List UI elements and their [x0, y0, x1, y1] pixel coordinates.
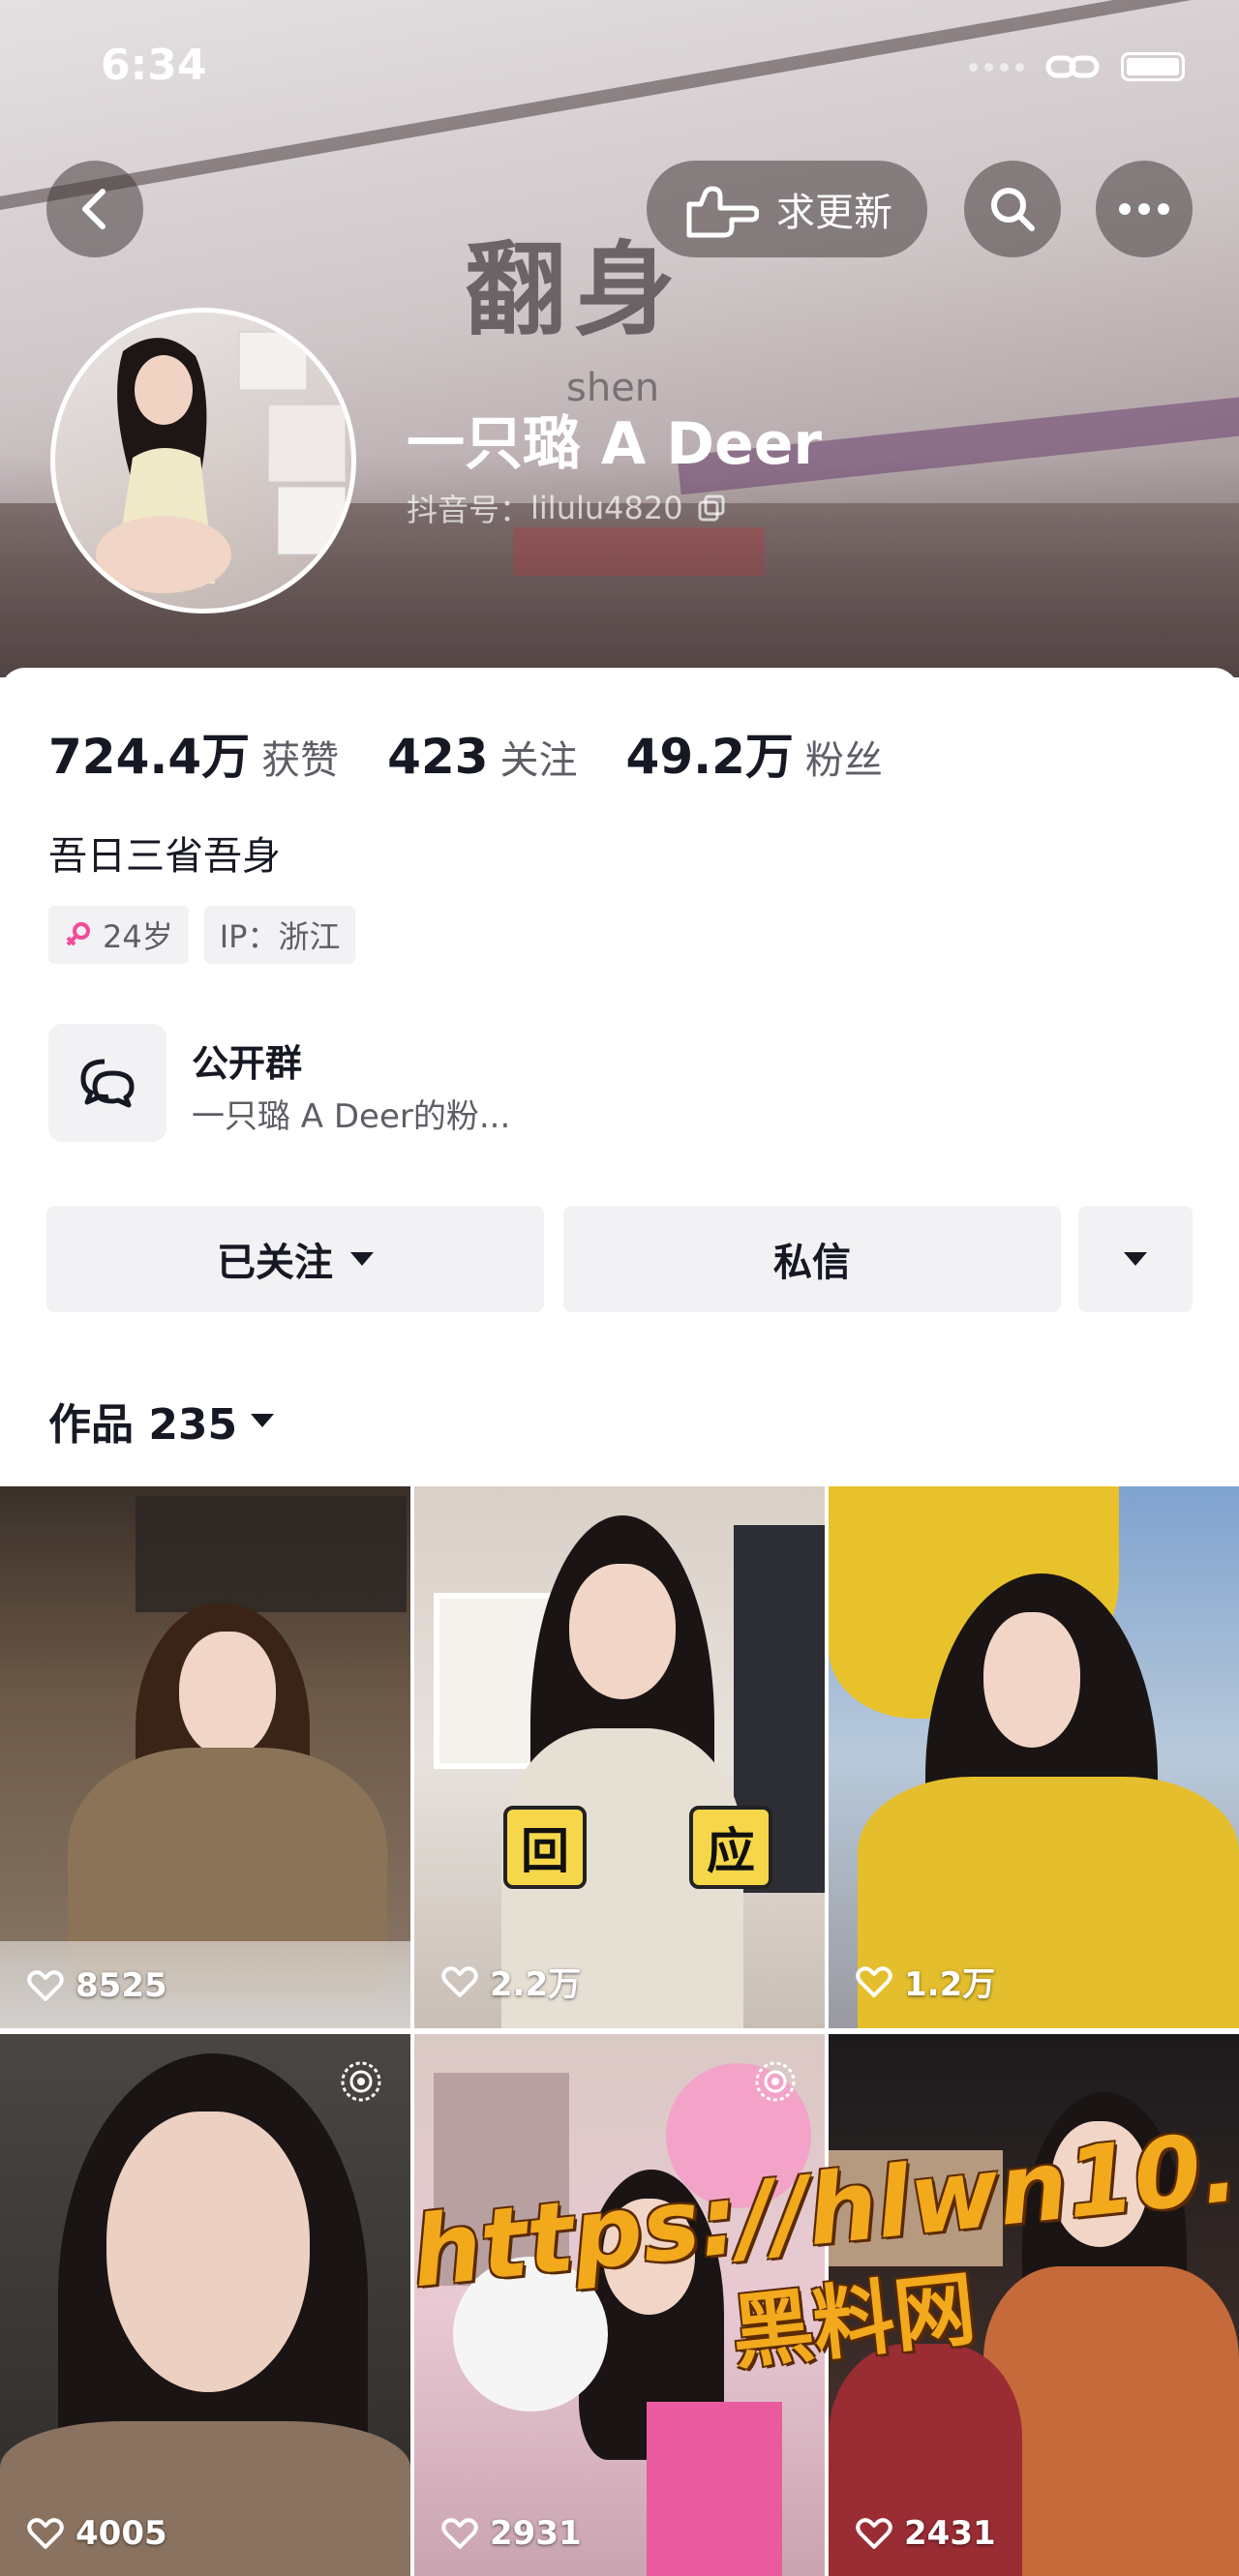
- search-button[interactable]: [964, 161, 1061, 257]
- stats-row: 724.4万 获赞 423 关注 49.2万 粉丝: [48, 718, 931, 788]
- request-update-button[interactable]: 求更新: [647, 161, 927, 257]
- video-likes: 2931: [441, 2514, 582, 2553]
- profile-info-card: 724.4万 获赞 423 关注 49.2万 粉丝 吾日三省吾身 24岁 IP：…: [0, 668, 1239, 1490]
- video-caption-right: 应: [689, 1806, 772, 1889]
- video-thumbnail[interactable]: 回 应 2.2万: [414, 1486, 825, 2028]
- live-photo-icon: [755, 2061, 796, 2102]
- followers-label: 粉丝: [804, 738, 883, 783]
- ip-text: IP：浙江: [219, 918, 341, 955]
- video-likes: 8525: [27, 1966, 167, 2005]
- recommend-dropdown-button[interactable]: [1078, 1206, 1193, 1312]
- more-dots-icon: [1119, 203, 1169, 215]
- following-label: 关注: [499, 738, 578, 783]
- chevron-down-icon: [251, 1414, 275, 1427]
- video-thumbnail[interactable]: 1.2万: [829, 1486, 1239, 2028]
- works-label: 作品 235: [48, 1400, 238, 1450]
- video-thumbnail[interactable]: 8525: [0, 1486, 410, 2028]
- public-group-entry[interactable]: 公开群 一只璐 A Deer的粉...: [48, 1024, 823, 1144]
- following-count[interactable]: 423: [387, 729, 488, 785]
- video-likes: 2431: [856, 2514, 996, 2553]
- back-button[interactable]: [46, 161, 143, 257]
- followed-label: 已关注: [217, 1241, 333, 1285]
- heart-icon: [856, 2518, 892, 2549]
- request-update-label: 求更新: [776, 191, 892, 235]
- copy-icon[interactable]: [697, 494, 726, 523]
- back-arrow-icon: [82, 189, 106, 229]
- more-button[interactable]: [1096, 161, 1193, 257]
- profile-tags: 24岁 IP：浙江: [48, 906, 356, 964]
- age-text: 24岁: [103, 918, 173, 955]
- link-icon: [1045, 55, 1100, 78]
- status-icons: [969, 50, 1185, 83]
- message-button[interactable]: 私信: [563, 1206, 1061, 1312]
- search-icon: [991, 188, 1035, 231]
- status-time: 6:34: [101, 41, 207, 90]
- video-likes: 4005: [27, 2514, 167, 2553]
- bio-text: 吾日三省吾身: [48, 834, 281, 879]
- group-title: 公开群: [192, 1042, 303, 1085]
- works-tab[interactable]: 作品 235: [48, 1390, 275, 1452]
- heart-icon: [441, 1965, 478, 1997]
- ip-tag: IP：浙江: [203, 906, 356, 964]
- video-likes: 2.2万: [441, 1958, 581, 2005]
- video-thumbnail[interactable]: 4005: [0, 2034, 410, 2576]
- avatar[interactable]: [50, 308, 356, 614]
- profile-id: 抖音号： lilulu4820: [407, 486, 726, 530]
- chevron-down-icon: [350, 1252, 374, 1266]
- heart-icon: [441, 2518, 478, 2549]
- signal-icon: [969, 62, 1024, 72]
- battery-icon: [1121, 52, 1185, 81]
- live-photo-icon: [341, 2061, 381, 2102]
- likes-count[interactable]: 724.4万: [48, 718, 250, 788]
- profile-id-label: 抖音号：: [407, 492, 531, 528]
- chevron-down-icon: [1124, 1252, 1147, 1266]
- age-tag: 24岁: [48, 906, 189, 964]
- heart-icon: [856, 1965, 892, 1997]
- heart-icon: [27, 1970, 64, 2001]
- video-caption-left: 回: [503, 1806, 587, 1889]
- group-chat-icon: [48, 1024, 166, 1142]
- profile-id-value: lilulu4820: [530, 490, 683, 526]
- pointing-hand-icon: [686, 186, 759, 238]
- followed-button[interactable]: 已关注: [46, 1206, 544, 1312]
- heart-icon: [27, 2518, 64, 2549]
- group-subtitle: 一只璐 A Deer的粉...: [192, 1097, 511, 1136]
- female-icon: [66, 922, 90, 946]
- profile-name: 一只璐 A Deer: [407, 410, 822, 478]
- likes-label: 获赞: [261, 738, 340, 783]
- message-label: 私信: [773, 1241, 851, 1285]
- video-likes: 1.2万: [856, 1958, 995, 2005]
- followers-count[interactable]: 49.2万: [626, 718, 794, 788]
